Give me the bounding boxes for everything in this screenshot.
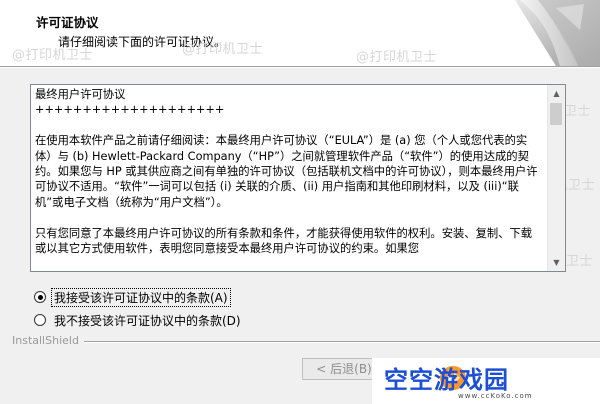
license-text: 最终用户许可协议 ++++++++++++++++++++ 在使用本软件产品之前…	[35, 87, 543, 256]
license-paragraph-1: 在使用本软件产品之前请仔细阅读：本最终用户许可协议（“EULA”）是 (a) 您…	[35, 134, 538, 209]
scroll-up-icon[interactable]: ▲	[548, 85, 565, 102]
installshield-brand: InstallShield	[12, 334, 79, 347]
license-rule: ++++++++++++++++++++	[35, 103, 225, 117]
logo-url: www.ccKoKo.com	[458, 392, 533, 400]
scroll-down-icon[interactable]: ▼	[548, 254, 565, 271]
header-title: 许可证协议	[36, 15, 99, 30]
header-subtitle: 请仔细阅读下面的许可证协议。	[58, 35, 227, 49]
decline-radio[interactable]	[34, 314, 46, 326]
page-curl-graphic	[460, 0, 600, 66]
dialog-header: 许可证协议 请仔细阅读下面的许可证协议。	[0, 0, 600, 67]
vertical-scrollbar[interactable]: ▲ ▼	[547, 85, 565, 271]
decline-label[interactable]: 我不接受该许可证协议中的条款(D)	[52, 312, 243, 329]
footer-divider	[84, 341, 600, 343]
license-textbox[interactable]: 最终用户许可协议 ++++++++++++++++++++ 在使用本软件产品之前…	[30, 84, 566, 272]
license-paragraph-2: 只有您同意了本最终用户许可协议的所有条款和条件，才能获得使用软件的权利。安装、复…	[35, 226, 533, 256]
site-logo: 空空游戏园 www.ccKoKo.com	[372, 358, 600, 404]
accept-option[interactable]: 我接受该许可证协议中的条款(A)	[34, 287, 231, 307]
logo-text: 空空游戏园	[384, 366, 509, 394]
decline-option[interactable]: 我不接受该许可证协议中的条款(D)	[34, 311, 243, 329]
accept-label[interactable]: 我接受该许可证协议中的条款(A)	[51, 287, 231, 307]
scrollbar-thumb[interactable]	[550, 103, 562, 125]
accept-radio[interactable]	[34, 291, 46, 303]
license-heading: 最终用户许可协议	[35, 88, 126, 101]
